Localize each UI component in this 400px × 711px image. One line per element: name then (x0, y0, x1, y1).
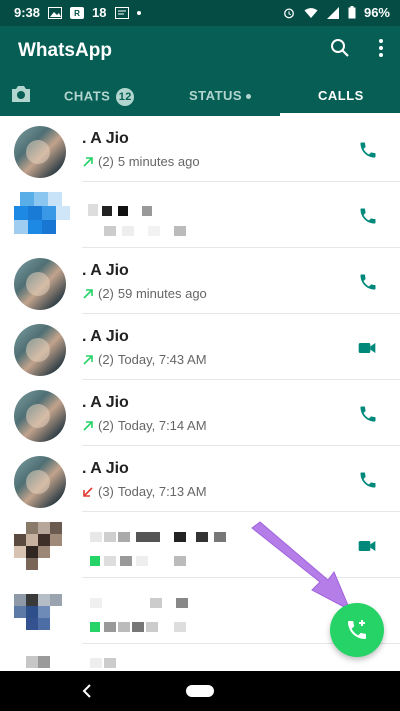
new-call-button[interactable] (330, 603, 384, 657)
system-nav-bar (0, 671, 400, 711)
annotation-arrow (251, 521, 352, 612)
back-icon[interactable] (80, 681, 94, 701)
home-button[interactable] (186, 685, 214, 697)
add-call-icon (348, 620, 366, 639)
